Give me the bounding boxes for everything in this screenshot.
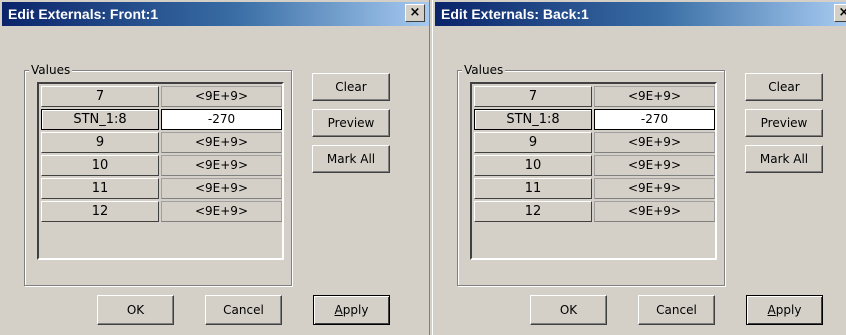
ok-button[interactable]: OK	[530, 295, 607, 325]
clear-button[interactable]: Clear	[312, 73, 390, 101]
table-row: 12 <9E+9>	[474, 201, 715, 223]
table-row: STN_1:8 -270	[41, 109, 282, 131]
table-row: 10 <9E+9>	[41, 155, 282, 177]
apply-button[interactable]: Apply	[746, 295, 823, 325]
table-row: 11 <9E+9>	[41, 178, 282, 200]
row-key-cell[interactable]: 12	[474, 201, 592, 222]
row-key-cell[interactable]: STN_1:8	[474, 109, 592, 130]
preview-button[interactable]: Preview	[312, 109, 390, 137]
table-row: 11 <9E+9>	[474, 178, 715, 200]
row-key-cell[interactable]: 9	[474, 132, 592, 153]
dialog-edit-externals-back: Edit Externals: Back:1 × Values 7 <9E+9>…	[432, 0, 846, 335]
row-value-cell[interactable]: <9E+9>	[161, 86, 282, 107]
row-key-cell[interactable]: 7	[474, 86, 592, 107]
cancel-button[interactable]: Cancel	[638, 295, 715, 325]
values-group-label: Values	[29, 63, 73, 77]
row-value-cell[interactable]: <9E+9>	[594, 201, 715, 222]
row-value-cell[interactable]: <9E+9>	[594, 155, 715, 176]
row-value-cell[interactable]: <9E+9>	[594, 132, 715, 153]
row-key-cell[interactable]: 11	[474, 178, 592, 199]
close-button[interactable]: ×	[405, 4, 425, 22]
row-value-cell[interactable]: <9E+9>	[161, 201, 282, 222]
row-key-cell[interactable]: 10	[474, 155, 592, 176]
row-key-cell[interactable]: 10	[41, 155, 159, 176]
values-group-label: Values	[462, 63, 506, 77]
row-value-input[interactable]: -270	[161, 109, 282, 130]
row-key-cell[interactable]: 12	[41, 201, 159, 222]
mark-all-button[interactable]: Mark All	[312, 145, 390, 173]
cancel-button[interactable]: Cancel	[205, 295, 282, 325]
row-value-input[interactable]: -270	[594, 109, 715, 130]
table-row: 9 <9E+9>	[41, 132, 282, 154]
row-value-cell[interactable]: <9E+9>	[161, 178, 282, 199]
table-row: 7 <9E+9>	[474, 86, 715, 108]
clear-button[interactable]: Clear	[745, 73, 823, 101]
table-row: 9 <9E+9>	[474, 132, 715, 154]
table-row: 7 <9E+9>	[41, 86, 282, 108]
row-key-cell[interactable]: STN_1:8	[41, 109, 159, 130]
table-row: 12 <9E+9>	[41, 201, 282, 223]
row-value-cell[interactable]: <9E+9>	[594, 178, 715, 199]
close-button[interactable]: ×	[834, 4, 846, 22]
apply-button[interactable]: Apply	[313, 295, 390, 325]
apply-mnemonic: A	[767, 303, 776, 317]
dialog-title: Edit Externals: Back:1	[441, 6, 589, 22]
dialog-title: Edit Externals: Front:1	[8, 6, 159, 22]
apply-mnemonic: A	[334, 303, 343, 317]
row-key-cell[interactable]: 9	[41, 132, 159, 153]
ok-button[interactable]: OK	[97, 295, 174, 325]
table-row: 10 <9E+9>	[474, 155, 715, 177]
row-value-cell[interactable]: <9E+9>	[594, 86, 715, 107]
row-key-cell[interactable]: 7	[41, 86, 159, 107]
dialog-title-bar[interactable]: Edit Externals: Front:1	[2, 2, 429, 26]
apply-label: pply	[342, 303, 369, 317]
row-value-cell[interactable]: <9E+9>	[161, 155, 282, 176]
table-row: STN_1:8 -270	[474, 109, 715, 131]
apply-label: pply	[775, 303, 802, 317]
preview-button[interactable]: Preview	[745, 109, 823, 137]
values-grid[interactable]: 7 <9E+9> STN_1:8 -270 9 <9E+9> 10 <9E+9>…	[37, 82, 284, 260]
mark-all-button[interactable]: Mark All	[745, 145, 823, 173]
close-icon: ×	[839, 5, 846, 20]
row-value-cell[interactable]: <9E+9>	[161, 132, 282, 153]
row-key-cell[interactable]: 11	[41, 178, 159, 199]
close-icon: ×	[409, 5, 421, 20]
values-grid[interactable]: 7 <9E+9> STN_1:8 -270 9 <9E+9> 10 <9E+9>…	[470, 82, 717, 260]
dialog-edit-externals-front: Edit Externals: Front:1 × Values 7 <9E+9…	[0, 0, 430, 335]
dialog-title-bar[interactable]: Edit Externals: Back:1	[435, 2, 846, 26]
